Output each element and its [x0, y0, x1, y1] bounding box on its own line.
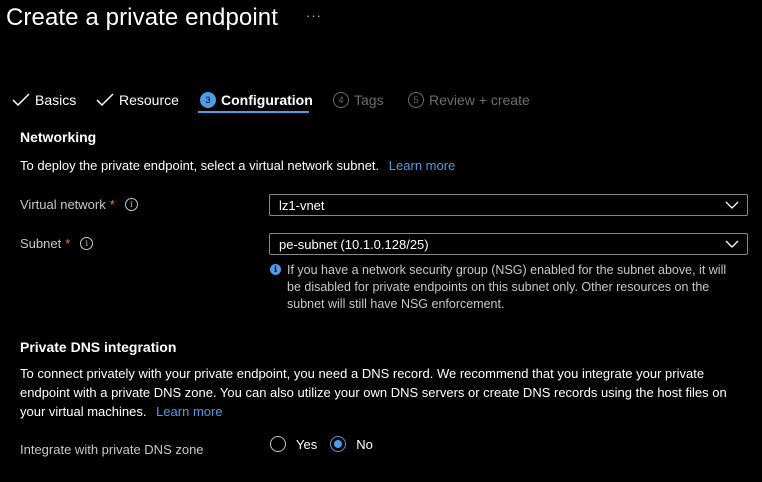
- nsg-info-message: i If you have a network security group (…: [270, 262, 740, 313]
- info-icon[interactable]: i: [124, 198, 138, 211]
- networking-description-text: To deploy the private endpoint, select a…: [20, 158, 380, 173]
- subnet-label-text: Subnet: [20, 236, 62, 251]
- step-number-badge: 4: [333, 92, 349, 108]
- dns-learn-more-link[interactable]: Learn more: [156, 404, 222, 419]
- tab-tags-label: Tags: [354, 92, 384, 108]
- tab-configuration-label: Configuration: [221, 92, 313, 108]
- radio-yes[interactable]: Yes: [270, 436, 317, 452]
- tab-review-create-label: Review + create: [429, 92, 530, 108]
- radio-circle[interactable]: [270, 436, 286, 452]
- info-filled-icon: i: [270, 264, 281, 275]
- integrate-dns-radio-group: Yes No: [270, 436, 386, 452]
- required-marker: *: [65, 236, 71, 251]
- wizard-steps: Basics Resource 3 Configuration 4 Tags 5…: [0, 86, 762, 116]
- subnet-dropdown[interactable]: pe-subnet (10.1.0.128/25): [269, 233, 748, 255]
- checkmark-icon: [96, 93, 114, 107]
- tab-resource[interactable]: Resource: [96, 86, 179, 114]
- radio-no[interactable]: No: [330, 436, 373, 452]
- virtual-network-value: lz1-vnet: [279, 197, 325, 213]
- step-number-badge: 5: [408, 92, 424, 108]
- tab-tags[interactable]: 4 Tags: [333, 86, 384, 114]
- tab-resource-label: Resource: [119, 92, 179, 108]
- dns-description-text: To connect privately with your private e…: [20, 366, 727, 419]
- dns-description: To connect privately with your private e…: [20, 364, 755, 421]
- integrate-dns-label: Integrate with private DNS zone: [20, 442, 204, 457]
- virtual-network-dropdown[interactable]: lz1-vnet: [269, 194, 748, 216]
- nsg-info-text: If you have a network security group (NS…: [287, 263, 727, 311]
- checkmark-icon: [12, 93, 30, 107]
- subnet-value: pe-subnet (10.1.0.128/25): [279, 236, 429, 252]
- step-number-badge: 3: [200, 92, 216, 108]
- networking-description: To deploy the private endpoint, select a…: [20, 156, 455, 175]
- chevron-down-icon: [725, 201, 739, 209]
- subnet-label: Subnet * i: [20, 236, 94, 251]
- networking-heading: Networking: [20, 129, 97, 145]
- more-options-button[interactable]: ···: [306, 8, 322, 23]
- radio-no-label: No: [356, 436, 373, 452]
- tab-basics-label: Basics: [35, 92, 77, 108]
- tab-basics[interactable]: Basics: [12, 86, 76, 114]
- page-title: Create a private endpoint: [6, 4, 279, 31]
- info-icon[interactable]: i: [80, 237, 94, 250]
- tab-review-create[interactable]: 5 Review + create: [408, 86, 530, 114]
- virtual-network-label-text: Virtual network: [20, 197, 106, 212]
- virtual-network-label: Virtual network * i: [20, 197, 138, 212]
- active-tab-indicator: [198, 111, 309, 113]
- radio-circle-selected[interactable]: [330, 436, 347, 452]
- required-marker: *: [109, 197, 115, 212]
- radio-yes-label: Yes: [296, 436, 318, 452]
- dns-heading: Private DNS integration: [20, 339, 177, 355]
- integrate-dns-label-text: Integrate with private DNS zone: [20, 442, 204, 457]
- chevron-down-icon: [725, 240, 739, 248]
- networking-learn-more-link[interactable]: Learn more: [389, 158, 455, 173]
- tab-configuration[interactable]: 3 Configuration: [200, 86, 313, 114]
